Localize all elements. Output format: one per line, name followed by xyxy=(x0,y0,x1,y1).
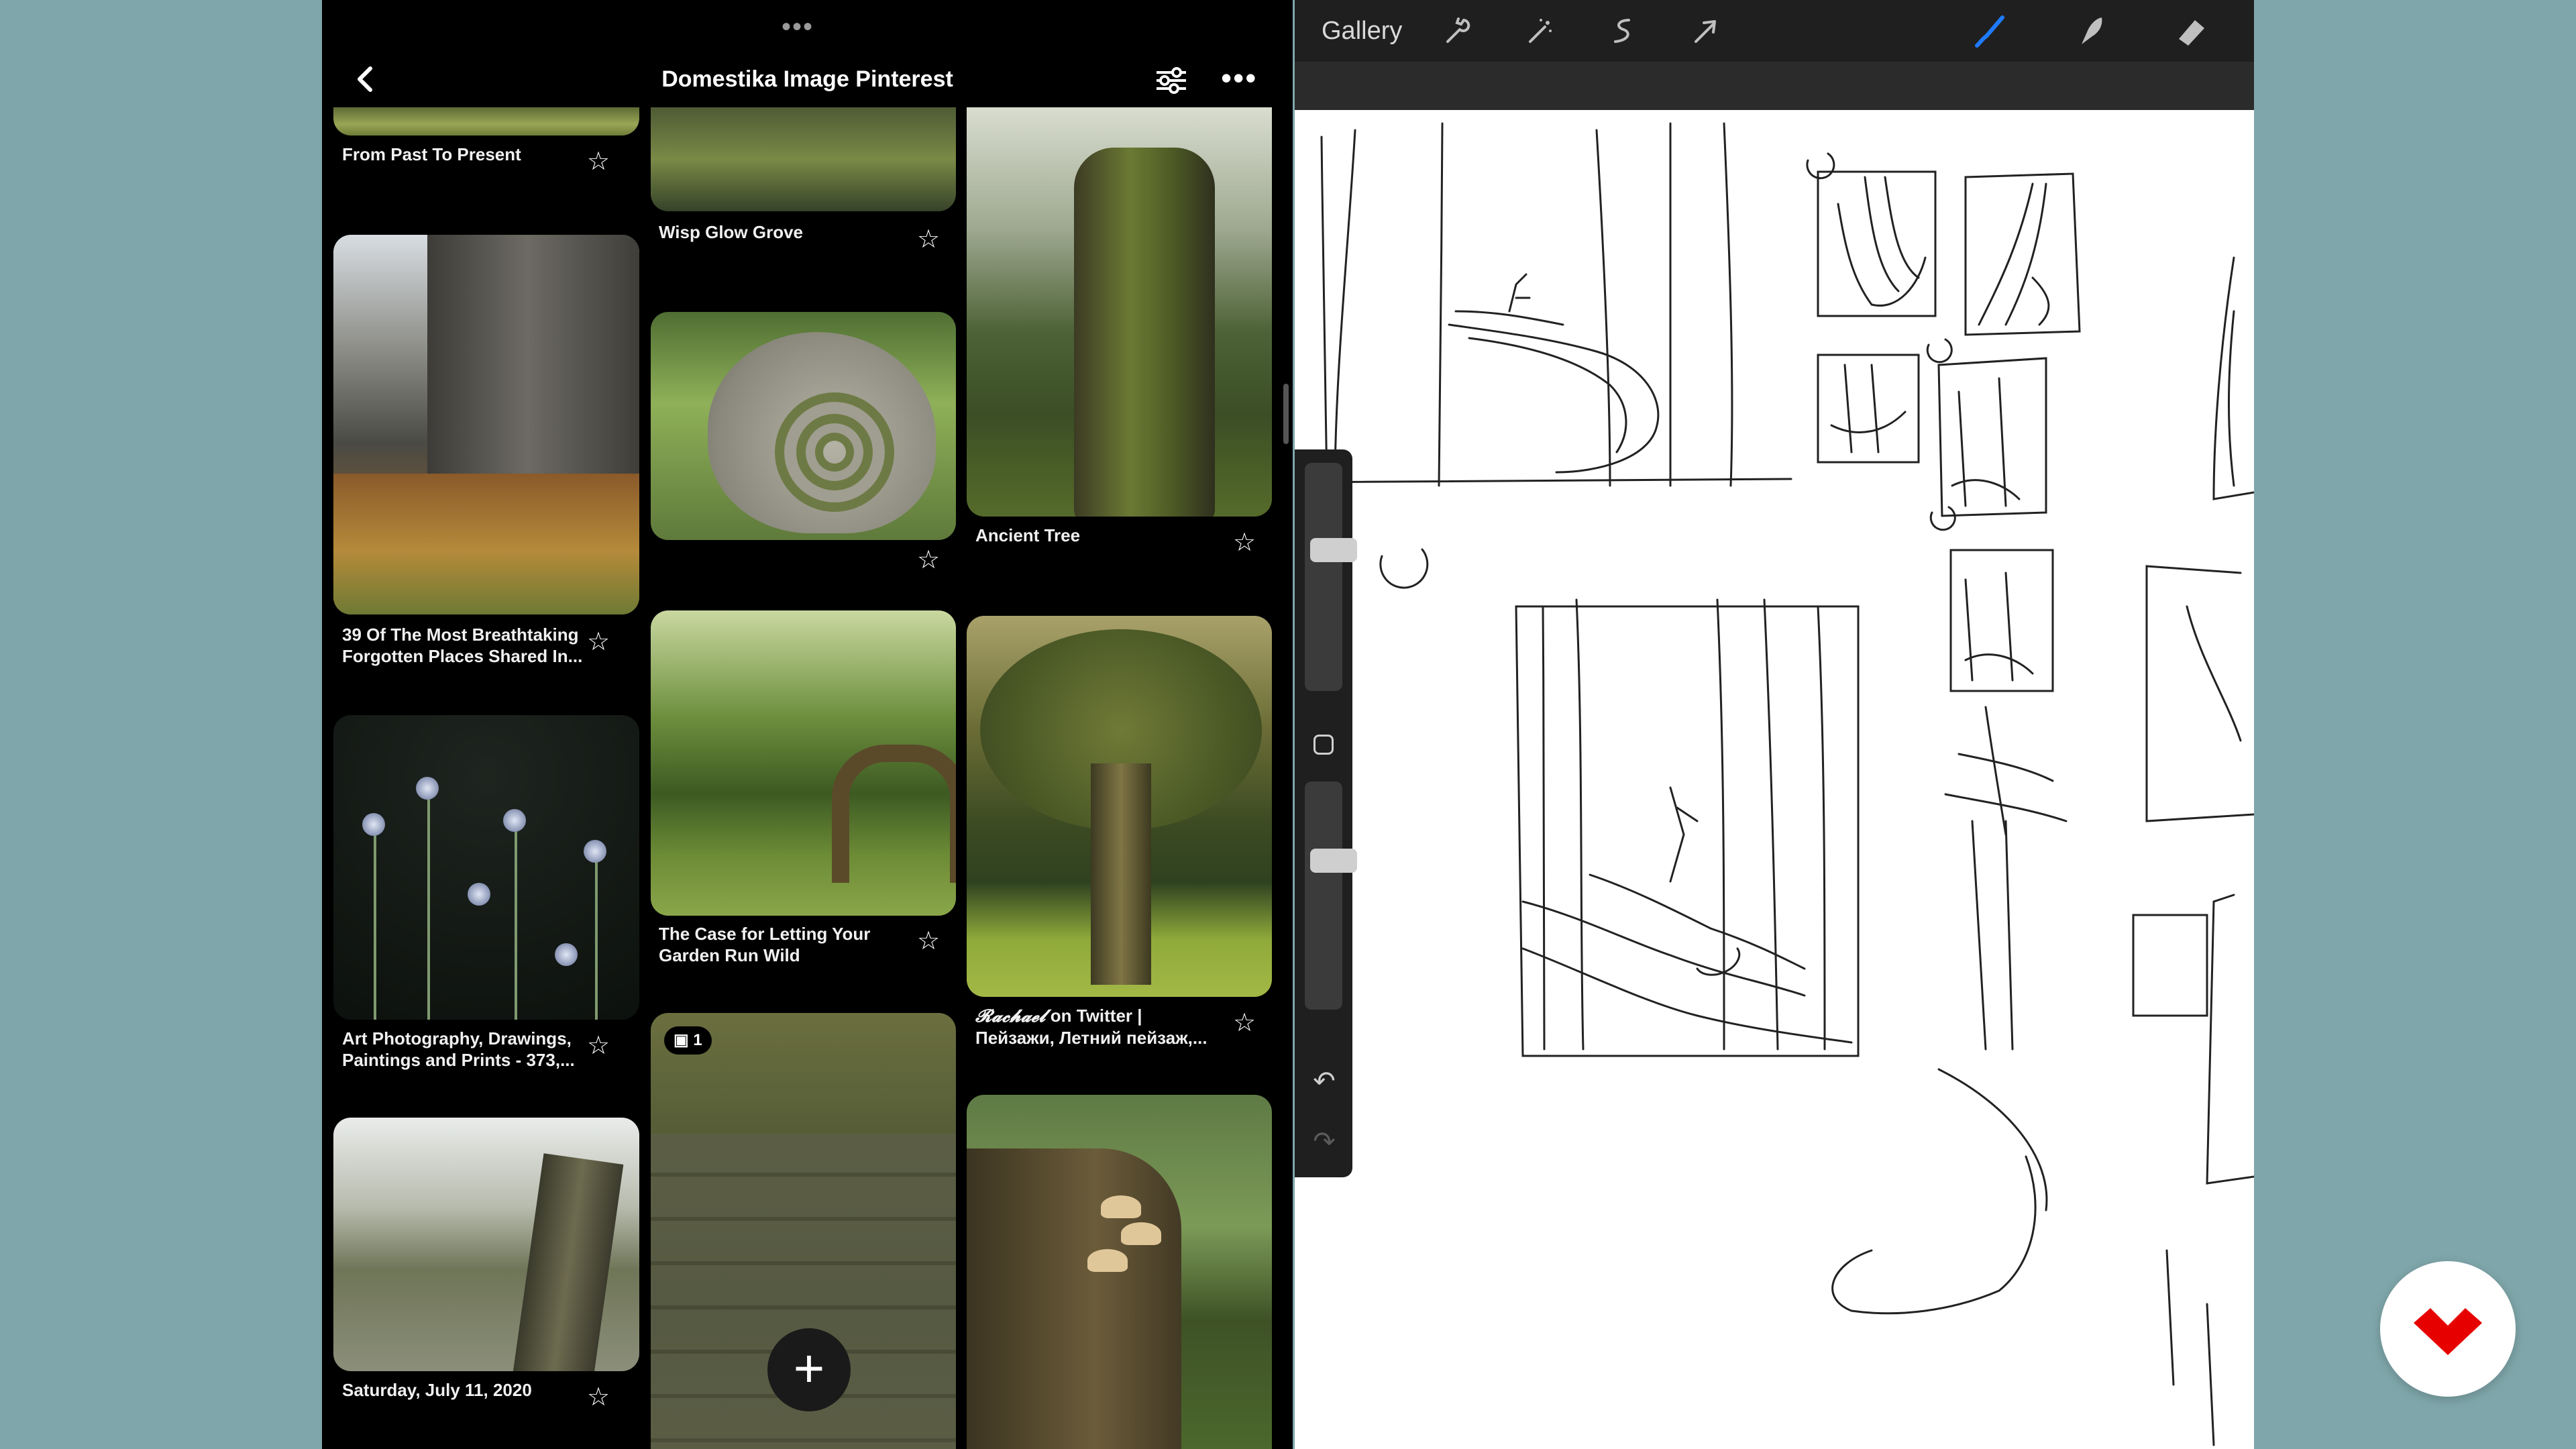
pin-image-big-tree[interactable] xyxy=(967,616,1272,997)
redo-icon[interactable]: ↷ xyxy=(1309,1127,1339,1157)
brush-icon[interactable] xyxy=(1969,9,2012,52)
star-icon[interactable]: ☆ xyxy=(1232,1010,1257,1036)
board-count-badge: ▣ 1 xyxy=(664,1026,712,1055)
stem-shape xyxy=(427,789,430,1020)
thistle-head-shape xyxy=(468,883,490,906)
stem-shape xyxy=(515,816,517,1020)
twitter-name: 𝓡𝓪𝓬𝓱𝓪𝓮𝓵 xyxy=(975,1006,1046,1026)
pin-caption: Saturday, July 11, 2020 xyxy=(342,1380,532,1400)
gallery-button[interactable]: Gallery xyxy=(1322,13,1402,48)
star-icon[interactable]: ☆ xyxy=(916,928,941,954)
undo-icon[interactable]: ↶ xyxy=(1309,1067,1339,1096)
brush-size-thumb[interactable] xyxy=(1310,538,1357,562)
trunk-shape xyxy=(967,1148,1181,1449)
pin-image-ancient-tree[interactable] xyxy=(967,107,1272,517)
pin-image-mushroom-tree[interactable] xyxy=(967,1095,1272,1449)
pin-image-ruins[interactable]: ▣ 1 + xyxy=(651,1013,956,1449)
pinterest-pane: ••• Domestika Image Pinterest ••• From P… xyxy=(322,0,1293,1449)
pin-image-forgotten-places[interactable] xyxy=(333,235,639,614)
sliders-icon xyxy=(1157,67,1186,94)
toolbar-shadow xyxy=(1295,62,2254,110)
pin-caption: 39 Of The Most Breathtaking Forgotten Pl… xyxy=(342,625,583,666)
heart-logo-icon xyxy=(2414,1308,2482,1355)
pin-caption: From Past To Present xyxy=(342,144,521,164)
pin-image-oak[interactable] xyxy=(333,1118,639,1371)
filter-button[interactable] xyxy=(1151,60,1191,101)
transform-icon[interactable] xyxy=(1684,9,1727,52)
selection-icon[interactable] xyxy=(1601,9,1644,52)
pin-caption: 𝓡𝓪𝓬𝓱𝓪𝓮𝓵 on Twitter | Пейзажи, Летний пей… xyxy=(975,1005,1217,1049)
pinterest-header: Domestika Image Pinterest ••• xyxy=(322,47,1293,114)
eraser-icon[interactable] xyxy=(2169,9,2212,52)
opacity-thumb[interactable] xyxy=(1310,849,1357,873)
add-button[interactable]: + xyxy=(767,1328,851,1411)
star-icon[interactable]: ☆ xyxy=(586,1033,611,1059)
star-icon[interactable]: ☆ xyxy=(586,1385,611,1410)
procreate-pane: Gallery xyxy=(1295,0,2254,1449)
mushroom-shape xyxy=(1101,1195,1141,1218)
pin-caption: The Case for Letting Your Garden Run Wil… xyxy=(659,924,871,965)
pin-caption: Ancient Tree xyxy=(975,525,1081,545)
star-icon[interactable]: ☆ xyxy=(916,547,941,573)
stack-icon: ▣ xyxy=(674,1031,689,1049)
wrench-icon[interactable] xyxy=(1436,9,1479,52)
magic-wand-icon[interactable] xyxy=(1518,9,1561,52)
arch-shape xyxy=(832,745,956,883)
arrow-shape xyxy=(1695,20,1716,43)
thistle-head-shape xyxy=(555,943,578,966)
pin-image-garden[interactable] xyxy=(651,610,956,916)
trunk-shape xyxy=(513,1153,624,1371)
ipad-screen: ••• Domestika Image Pinterest ••• From P… xyxy=(322,0,2254,1449)
thistle-head-shape xyxy=(584,840,606,863)
scrollbar[interactable] xyxy=(1283,384,1289,444)
domestika-logo xyxy=(2380,1261,2516,1397)
eraser-shape xyxy=(2179,20,2204,46)
thistle-head-shape xyxy=(362,813,385,836)
pin-image-spiral-stone[interactable] xyxy=(651,312,956,540)
thistle-head-shape xyxy=(503,809,526,832)
mushroom-shape xyxy=(1121,1222,1161,1245)
wand-shape xyxy=(1529,19,1552,43)
star-icon[interactable]: ☆ xyxy=(1232,530,1257,555)
thistle-head-shape xyxy=(416,777,439,800)
pin-image-from-past[interactable] xyxy=(333,107,639,136)
star-icon[interactable]: ☆ xyxy=(586,149,611,174)
toolbar: Gallery xyxy=(1295,0,2254,62)
pin-image-thistles[interactable] xyxy=(333,715,639,1020)
stem-shape xyxy=(595,849,598,1020)
smudge-shape xyxy=(2082,17,2102,44)
sketch-canvas[interactable] xyxy=(1295,110,2254,1449)
grass-shape xyxy=(333,474,639,614)
modify-button[interactable] xyxy=(1313,735,1334,755)
board-count: 1 xyxy=(693,1031,702,1049)
page-title: Domestika Image Pinterest xyxy=(661,66,953,92)
stem-shape xyxy=(374,822,376,1020)
star-icon[interactable]: ☆ xyxy=(586,629,611,655)
smudge-icon[interactable] xyxy=(2070,9,2112,52)
pin-caption: Wisp Glow Grove xyxy=(659,222,804,242)
pin-caption: Art Photography, Drawings, Paintings and… xyxy=(342,1028,575,1070)
brush-size-slider[interactable] xyxy=(1305,463,1357,691)
star-icon[interactable]: ☆ xyxy=(916,227,941,252)
wrench-shape xyxy=(1446,17,1470,43)
pin-image-wisp[interactable] xyxy=(651,107,956,211)
side-toolbar: ↶ ↷ xyxy=(1295,449,1357,1177)
trunk-shape xyxy=(1091,763,1151,985)
mushroom-shape xyxy=(1087,1249,1128,1272)
swirl-shape xyxy=(775,392,894,512)
brush-shape xyxy=(1975,15,2004,48)
opacity-slider[interactable] xyxy=(1305,782,1357,1010)
selection-shape xyxy=(1614,19,1630,43)
multitask-grabber[interactable]: ••• xyxy=(782,12,814,42)
trunk-shape xyxy=(1074,148,1215,517)
more-options-button[interactable]: ••• xyxy=(1221,58,1257,98)
